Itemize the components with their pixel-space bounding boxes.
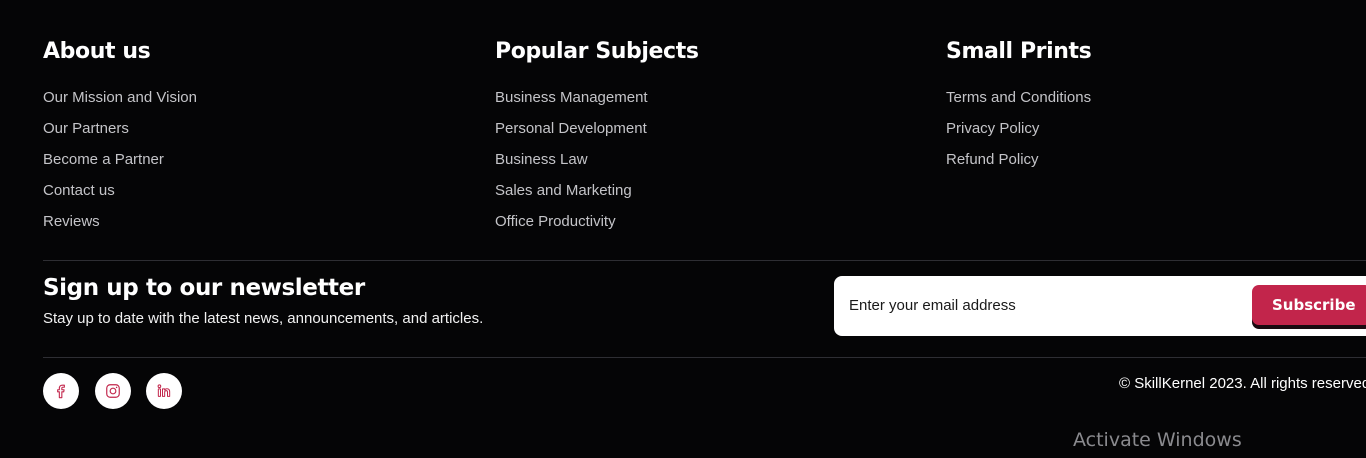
newsletter-subtitle: Stay up to date with the latest news, an… [43, 310, 484, 327]
link-mission-vision[interactable]: Our Mission and Vision [43, 88, 197, 108]
link-personal-development[interactable]: Personal Development [495, 119, 699, 139]
link-office-productivity[interactable]: Office Productivity [495, 212, 699, 232]
divider [43, 260, 1366, 261]
linkedin-link[interactable] [146, 373, 182, 409]
link-privacy[interactable]: Privacy Policy [946, 119, 1091, 139]
linkedin-icon [157, 384, 171, 397]
link-list: Business Management Personal Development… [495, 88, 699, 232]
footer-column-about: About us Our Mission and Vision Our Part… [43, 38, 197, 243]
column-title: Small Prints [946, 39, 1092, 64]
link-list: Our Mission and Vision Our Partners Beco… [43, 88, 197, 232]
link-terms[interactable]: Terms and Conditions [946, 88, 1091, 108]
link-business-law[interactable]: Business Law [495, 150, 699, 170]
email-input[interactable] [849, 290, 1229, 320]
newsletter-title: Sign up to our newsletter [43, 275, 365, 301]
link-become-partner[interactable]: Become a Partner [43, 150, 197, 170]
footer-column-small-prints: Small Prints Terms and Conditions Privac… [946, 38, 1092, 181]
footer: About us Our Mission and Vision Our Part… [0, 0, 1366, 458]
column-title: About us [43, 39, 151, 64]
link-contact[interactable]: Contact us [43, 181, 197, 201]
activate-windows-watermark: Activate Windows [1073, 429, 1242, 451]
link-partners[interactable]: Our Partners [43, 119, 197, 139]
copyright-text: © SkillKernel 2023. All rights reserved. [1119, 375, 1366, 392]
link-business-management[interactable]: Business Management [495, 88, 699, 108]
link-list: Terms and Conditions Privacy Policy Refu… [946, 88, 1091, 170]
instagram-icon [106, 384, 120, 398]
column-title: Popular Subjects [495, 39, 699, 64]
link-refund[interactable]: Refund Policy [946, 150, 1091, 170]
link-reviews[interactable]: Reviews [43, 212, 197, 232]
facebook-link[interactable] [43, 373, 79, 409]
newsletter-form: Subscribe [834, 276, 1366, 336]
link-sales-marketing[interactable]: Sales and Marketing [495, 181, 699, 201]
footer-column-subjects: Popular Subjects Business Management Per… [495, 38, 699, 243]
subscribe-button[interactable]: Subscribe [1252, 285, 1366, 325]
instagram-link[interactable] [95, 373, 131, 409]
facebook-icon [57, 384, 65, 399]
divider [43, 357, 1366, 358]
